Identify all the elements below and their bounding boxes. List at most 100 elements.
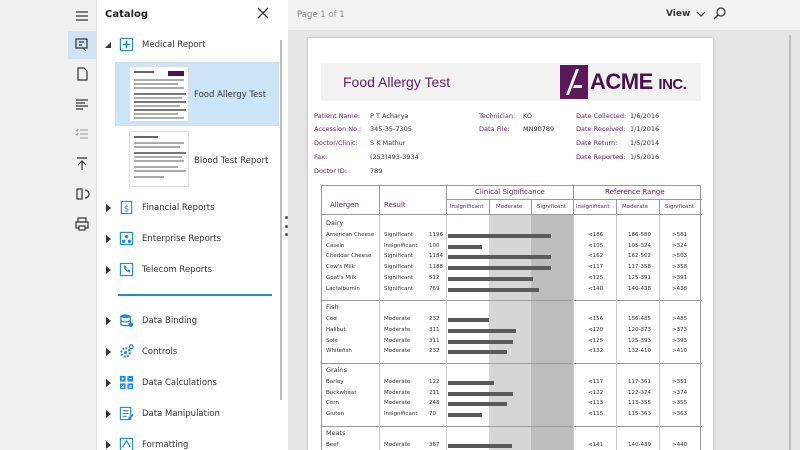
cell-value: 311	[429, 337, 440, 344]
page-indicator: Page 1 of 1	[297, 10, 345, 20]
cell-result: Moderate	[384, 348, 411, 355]
cell-result: Significant	[384, 274, 414, 281]
info-value: 1/5/2014	[630, 139, 660, 147]
cell-allergen: Goat's Milk	[326, 274, 357, 281]
hamburger-menu-button[interactable]	[68, 2, 96, 30]
cell-result: Moderate	[384, 337, 411, 344]
info-label: Doctor ID:	[314, 167, 347, 175]
column-divider	[446, 214, 447, 450]
close-icon[interactable]	[255, 5, 271, 21]
header-divider	[446, 199, 702, 200]
tree-group-medical-report[interactable]: Medical Report	[97, 37, 277, 53]
tree-group-data-calculations[interactable]: Data Calculations	[97, 375, 277, 391]
tree-group-label: Enterprise Reports	[142, 234, 222, 244]
info-label: Patient Name:	[314, 112, 361, 120]
result-bar	[448, 244, 482, 249]
cell-result: Significant	[384, 285, 414, 292]
phone-icon	[119, 262, 134, 277]
cell-ref-significant: >393	[672, 337, 688, 344]
result-bar	[448, 255, 551, 260]
toolbar-rail	[0, 0, 97, 450]
tree-group-financial-reports[interactable]: $ Financial Reports	[97, 200, 277, 216]
tree-group-label: Medical Report	[142, 40, 206, 50]
svg-text:$: $	[124, 203, 129, 213]
document-viewer: Page 1 of 1 View Food Allergy Test ACME …	[288, 0, 800, 450]
section-title: Fish	[326, 303, 339, 312]
section-title: Grains	[326, 366, 348, 374]
info-label: Doctor/Clinic:	[314, 139, 358, 147]
dollar-doc-icon: $	[120, 200, 133, 215]
search-icon[interactable]	[712, 6, 728, 22]
cell-ref-significant: >581	[672, 232, 688, 238]
cell-ref-moderate: 125-393	[628, 337, 651, 344]
column-header-result: Result	[384, 201, 406, 209]
cell-ref-insignificant: <117	[588, 264, 604, 271]
view-menu-button[interactable]: View	[666, 9, 706, 19]
cell-ref-insignificant: <186	[588, 232, 604, 238]
acme-logo-text: ACME INC.	[590, 69, 687, 94]
rotate-button[interactable]	[68, 180, 96, 208]
cell-allergen: Lactalbumin	[326, 285, 360, 292]
gear-icon	[120, 344, 134, 358]
result-bar	[448, 266, 551, 271]
collapsed-arrow-icon	[106, 441, 111, 449]
report-header-band: Food Allergy Test ACME INC.	[321, 63, 701, 101]
cell-result: Significant	[384, 264, 414, 271]
document-button[interactable]	[68, 60, 96, 88]
tree-group-enterprise-reports[interactable]: Enterprise Reports	[97, 231, 277, 247]
cell-result: Significant	[384, 253, 414, 260]
column-divider	[616, 214, 617, 450]
cell-ref-insignificant: <156	[588, 316, 604, 323]
cell-value: 1184	[429, 253, 443, 260]
cell-ref-significant: >355	[672, 400, 688, 407]
info-value: 1/6/2016	[630, 112, 660, 120]
tree-group-controls[interactable]: Controls	[97, 344, 277, 360]
info-value: S K Mathur	[370, 139, 406, 147]
cell-allergen: American Cheese	[326, 232, 375, 238]
info-value: 1/1/2016	[630, 125, 660, 133]
subheader-moderate: Moderate	[622, 204, 649, 210]
cell-value: 211	[429, 389, 440, 396]
format-icon	[119, 437, 134, 450]
viewer-scrollbar[interactable]	[789, 35, 791, 450]
info-label: Technician:	[479, 112, 516, 120]
info-value: P T Acharya	[370, 112, 409, 120]
report-item-label[interactable]: Blood Test Report	[194, 156, 268, 166]
cell-result: Moderate	[384, 326, 411, 333]
cell-value: 232	[429, 316, 440, 323]
cell-value: 1196	[429, 232, 443, 238]
collapsed-arrow-icon	[106, 348, 111, 356]
info-label: Fax:	[314, 153, 328, 161]
result-bar	[448, 402, 507, 407]
catalog-icon	[75, 38, 88, 52]
column-divider	[616, 199, 617, 214]
column-divider	[379, 214, 380, 450]
report-thumbnail[interactable]	[129, 131, 189, 187]
tree-group-telecom-reports[interactable]: Telecom Reports	[97, 262, 277, 278]
list-button[interactable]	[68, 120, 96, 148]
result-bar	[448, 328, 516, 333]
tree-group-label: Financial Reports	[142, 203, 215, 213]
cell-ref-moderate: 162-502	[628, 253, 651, 260]
cell-ref-significant: >410	[672, 348, 688, 355]
column-divider	[531, 199, 532, 214]
info-value: KO	[523, 112, 533, 120]
outline-button[interactable]	[68, 90, 96, 118]
collapsed-arrow-icon	[106, 204, 111, 212]
tree-group-formatting[interactable]: Formatting	[97, 437, 277, 450]
cell-value: 769	[429, 285, 440, 292]
cell-ref-significant: >373	[672, 326, 688, 333]
cell-result: Insignificant	[384, 411, 418, 418]
tree-group-data-manipulation[interactable]: Data Manipulation	[97, 406, 277, 422]
export-button[interactable]	[68, 150, 96, 178]
cell-value: 1188	[429, 264, 443, 271]
significant-band	[531, 214, 573, 450]
tree-group-data-binding[interactable]: Data Binding	[97, 313, 277, 329]
catalog-button[interactable]	[68, 31, 96, 59]
print-button[interactable]	[68, 210, 96, 238]
cell-value: 232	[429, 348, 440, 355]
info-label: Date Return:	[576, 139, 618, 147]
catalog-scrollbar[interactable]	[280, 40, 282, 400]
cell-allergen: Casein	[326, 242, 345, 249]
result-bar	[448, 381, 495, 385]
